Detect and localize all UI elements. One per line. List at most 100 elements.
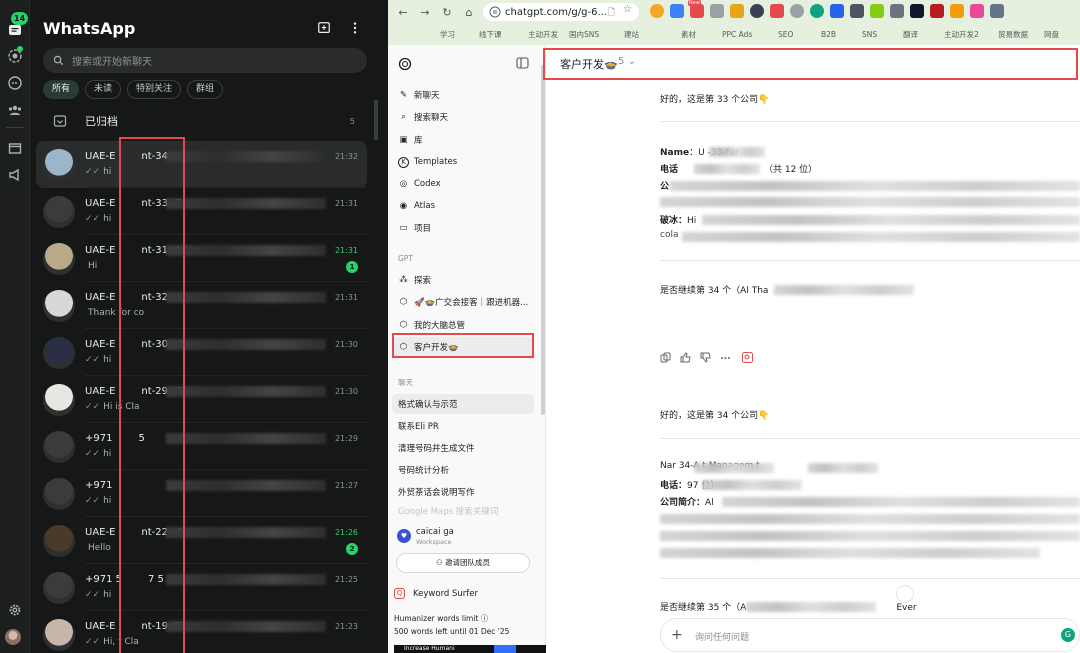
chat-history-item[interactable]: 号码统计分析 [392, 460, 534, 480]
keyword-search-icon[interactable] [742, 352, 753, 363]
keyword-surfer-panel[interactable]: Q Keyword Surfer [394, 588, 478, 599]
codex-button[interactable]: ◎ Codex [392, 174, 534, 194]
filter-all[interactable]: 所有 [43, 80, 80, 99]
extension-icon[interactable] [650, 4, 664, 18]
more-options-icon[interactable] [720, 352, 731, 363]
extension-icon[interactable] [710, 4, 724, 18]
bookmark-folder[interactable]: 素材 [681, 29, 696, 40]
sidebar-scrollbar[interactable] [541, 65, 545, 415]
explore-gpts-button[interactable]: ⁂ 探索 [392, 270, 534, 290]
gpt-item[interactable]: ⬡ 🚀🍲广交会接客｜跟进机器... [392, 292, 534, 312]
chat-list-item[interactable]: UAE-E nt-30--W 21:30 ✓✓ hi [36, 329, 367, 376]
bookmark-folder[interactable]: 翻译 [903, 29, 918, 40]
thumbs-down-icon[interactable] [700, 352, 711, 363]
search-input[interactable]: 搜索或开始新聊天 [43, 48, 367, 73]
chat-history-item[interactable]: 联系Eli PR [392, 416, 534, 436]
home-icon[interactable]: ⌂ [458, 1, 480, 23]
chat-history-item[interactable]: 外贸茶话会说明写作 [392, 482, 534, 502]
templates-button[interactable]: K Templates [392, 152, 534, 172]
extension-icon[interactable] [810, 4, 824, 18]
new-chat-button[interactable]: ✎ 新聊天 [392, 85, 534, 105]
extension-icon[interactable] [670, 4, 684, 18]
extension-icon[interactable] [930, 4, 944, 18]
chat-list-item[interactable]: UAE-Ent-22--Qu21:26Hello2 [36, 517, 367, 564]
chat-list-item[interactable]: +971 21:27 ✓✓ hi [36, 470, 367, 517]
chat-list-item[interactable]: UAE-E nt-32--A 21:31 Thank for co [36, 282, 367, 329]
page-icon[interactable]: 🗋 [608, 5, 615, 21]
user-account[interactable]: ♥ caicai ga Workspace [394, 526, 540, 548]
extension-icon[interactable] [790, 4, 804, 18]
projects-button[interactable]: ▭ 项目 [392, 218, 534, 238]
bookmark-folder[interactable]: 学习 [440, 29, 455, 40]
bookmark-folder[interactable]: 建站 [624, 29, 639, 40]
chat-list-item[interactable]: +971 57 5 21:25 ✓✓ hi [36, 564, 367, 611]
atlas-button[interactable]: ◉ Atlas [392, 196, 534, 216]
reload-icon[interactable]: ↻ [436, 1, 458, 23]
business-tools-icon[interactable] [5, 138, 25, 158]
chat-list-scrollbar[interactable] [374, 100, 378, 140]
filter-favorites[interactable]: 特别关注 [127, 80, 182, 99]
extension-icon[interactable] [770, 4, 784, 18]
extension-icon[interactable] [910, 4, 924, 18]
bookmark-folder[interactable]: SEO [778, 30, 793, 39]
bookmark-folder[interactable]: 线下课 [479, 29, 502, 40]
gpt-item-active[interactable]: ⬡ 客户开发🍲 [392, 337, 534, 357]
chat-list-item[interactable]: UAE-Ent-29--Go21:30✓✓Hi is Cla [36, 376, 367, 423]
invite-team-button[interactable]: ⚇ 邀请团队成员 [396, 553, 530, 573]
gpt-title-dropdown[interactable]: 客户开发🍲 [560, 56, 618, 72]
bookmark-folder[interactable]: 国内SNS [569, 29, 599, 40]
forward-icon[interactable]: → [414, 1, 436, 23]
settings-icon[interactable] [5, 600, 25, 620]
extension-icon[interactable] [950, 4, 964, 18]
address-bar[interactable]: chatgpt.com/g/g-6... 🗋 ☆ [483, 3, 639, 21]
chat-list-item[interactable]: UAE-E nt-34-- 21:32 ✓✓ hi [36, 141, 367, 188]
channels-icon[interactable] [5, 73, 25, 93]
chat-list-item[interactable]: UAE-E nt-33--F 21:31 ✓✓ hi [36, 188, 367, 235]
new-chat-icon[interactable] [315, 19, 333, 37]
back-icon[interactable]: ← [392, 1, 414, 23]
info-icon[interactable]: ⓘ [481, 614, 489, 623]
bookmark-folder[interactable]: PPC Ads [722, 30, 752, 39]
bookmark-folder[interactable]: 贸易数据 [998, 29, 1028, 40]
sidebar-toggle-icon[interactable] [516, 57, 529, 69]
advertise-icon[interactable] [5, 165, 25, 185]
extension-icon[interactable] [850, 4, 864, 18]
gpt-item[interactable]: ⬡ 我的大脑总管 [392, 315, 534, 335]
chat-history-item[interactable]: 清理号码并生成文件 [392, 438, 534, 458]
extension-icon[interactable] [890, 4, 904, 18]
extension-icon[interactable] [970, 4, 984, 18]
extension-icon[interactable] [870, 4, 884, 18]
openai-logo-icon[interactable] [398, 57, 412, 71]
chat-history-item[interactable]: Google Maps 搜索关键词 [392, 505, 534, 517]
thumbs-up-icon[interactable] [680, 352, 691, 363]
extension-icon[interactable] [750, 4, 764, 18]
chat-history-item[interactable]: 格式确认与示范 [392, 394, 534, 414]
bookmark-folder[interactable]: 网盘 [1044, 29, 1059, 40]
copy-icon[interactable] [660, 352, 671, 363]
bookmark-folder[interactable]: 主动开发 [528, 29, 558, 40]
grammarly-icon[interactable]: G [1061, 628, 1075, 642]
filter-groups[interactable]: 群组 [187, 80, 224, 99]
scroll-down-button[interactable] [896, 585, 914, 603]
search-chats-button[interactable]: ⌕ 搜索聊天 [392, 107, 534, 127]
extension-new-icon[interactable]: New [688, 0, 704, 18]
archived-row[interactable]: 已归档 5 [43, 108, 367, 134]
humanizer-increase-bar[interactable]: Increase Humani [394, 645, 554, 653]
bookmark-star-icon[interactable]: ☆ [623, 4, 632, 15]
plus-icon[interactable]: + [671, 627, 683, 643]
model-version[interactable]: 5 ⌄ [618, 56, 636, 67]
bookmark-folder[interactable]: SNS [862, 30, 877, 39]
bookmark-folder[interactable]: 主动开发2 [944, 29, 979, 40]
chat-composer[interactable]: + 询问任何问题 G [660, 618, 1080, 652]
extension-icon[interactable] [730, 4, 744, 18]
chat-list-item[interactable]: UAE-E nt-31--Ad 21:31 Hi 1 [36, 235, 367, 282]
site-info-icon[interactable] [489, 6, 501, 18]
filter-unread[interactable]: 未读 [85, 80, 122, 99]
bookmark-folder[interactable]: B2B [821, 30, 836, 39]
extension-icon[interactable] [830, 4, 844, 18]
extension-icon[interactable] [990, 4, 1004, 18]
menu-kebab-icon[interactable] [346, 19, 364, 37]
library-button[interactable]: ▣ 库 [392, 130, 534, 150]
chat-list-item[interactable]: +971 5 21:29 ✓✓ hi [36, 423, 367, 470]
communities-icon[interactable] [5, 100, 25, 120]
